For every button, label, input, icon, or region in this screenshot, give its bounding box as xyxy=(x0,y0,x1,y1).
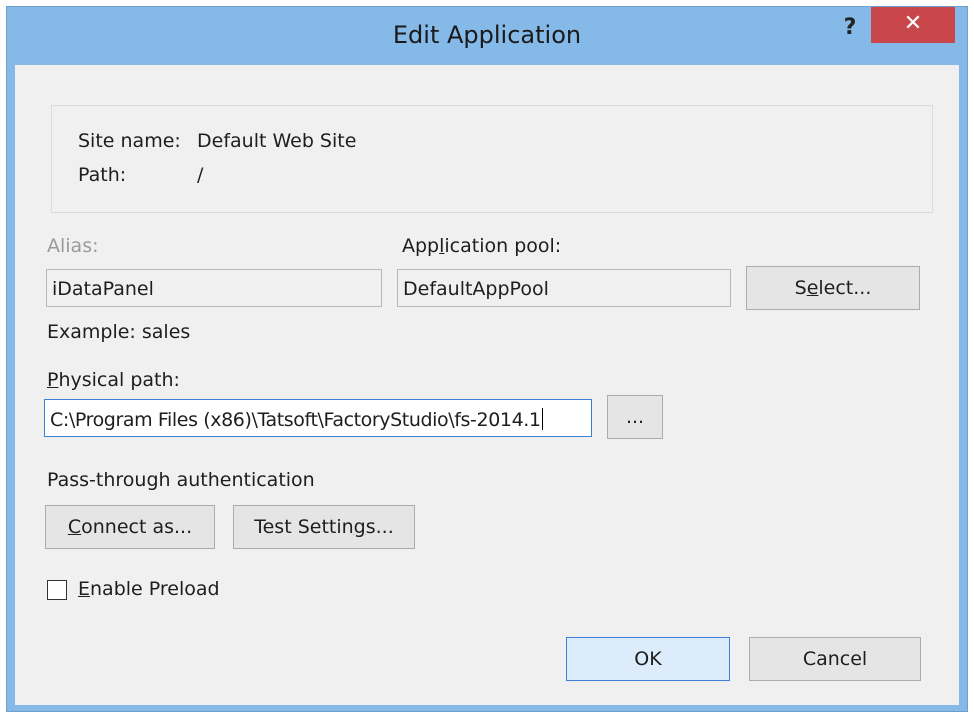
alias-value: iDataPanel xyxy=(52,278,154,300)
dialog-title: Edit Application xyxy=(392,21,582,49)
text-cursor xyxy=(541,408,543,430)
physical-path-label: Physical path: xyxy=(47,369,180,391)
test-settings-button[interactable]: Test Settings... xyxy=(233,505,415,549)
physical-path-input[interactable]: C:\Program Files (x86)\Tatsoft\FactorySt… xyxy=(44,399,592,437)
application-pool-value: DefaultAppPool xyxy=(403,278,549,300)
path-label: Path: xyxy=(78,164,127,186)
ok-button[interactable]: OK xyxy=(566,637,730,681)
site-name-label: Site name: xyxy=(78,130,181,152)
application-pool-label: Application pool: xyxy=(402,235,562,257)
dialog-body: Site name: Default Web Site Path: / Alia… xyxy=(15,65,959,705)
close-button[interactable]: ✕ xyxy=(871,7,955,43)
close-icon: ✕ xyxy=(903,11,923,36)
connect-as-button[interactable]: Connect as... xyxy=(45,505,215,549)
dialog-window: Edit Application ? ✕ Site name: Default … xyxy=(6,6,968,712)
help-button[interactable]: ? xyxy=(833,15,867,45)
select-button[interactable]: Select... xyxy=(746,266,920,310)
pass-through-auth-heading: Pass-through authentication xyxy=(47,469,315,491)
cancel-button[interactable]: Cancel xyxy=(749,637,921,681)
alias-label: Alias: xyxy=(47,235,99,257)
site-info-panel: Site name: Default Web Site Path: / xyxy=(51,105,933,213)
browse-button[interactable]: ... xyxy=(607,395,663,439)
title-bar[interactable]: Edit Application ? ✕ xyxy=(7,7,967,65)
physical-path-value: C:\Program Files (x86)\Tatsoft\FactorySt… xyxy=(50,409,541,431)
enable-preload-label[interactable]: Enable Preload xyxy=(78,578,220,600)
alias-field[interactable]: iDataPanel xyxy=(46,269,382,307)
alias-example: Example: sales xyxy=(47,321,191,343)
application-pool-field: DefaultAppPool xyxy=(397,269,731,307)
help-icon: ? xyxy=(843,15,857,40)
site-name-value: Default Web Site xyxy=(197,130,357,152)
path-value: / xyxy=(197,164,204,186)
enable-preload-checkbox[interactable] xyxy=(47,580,67,600)
